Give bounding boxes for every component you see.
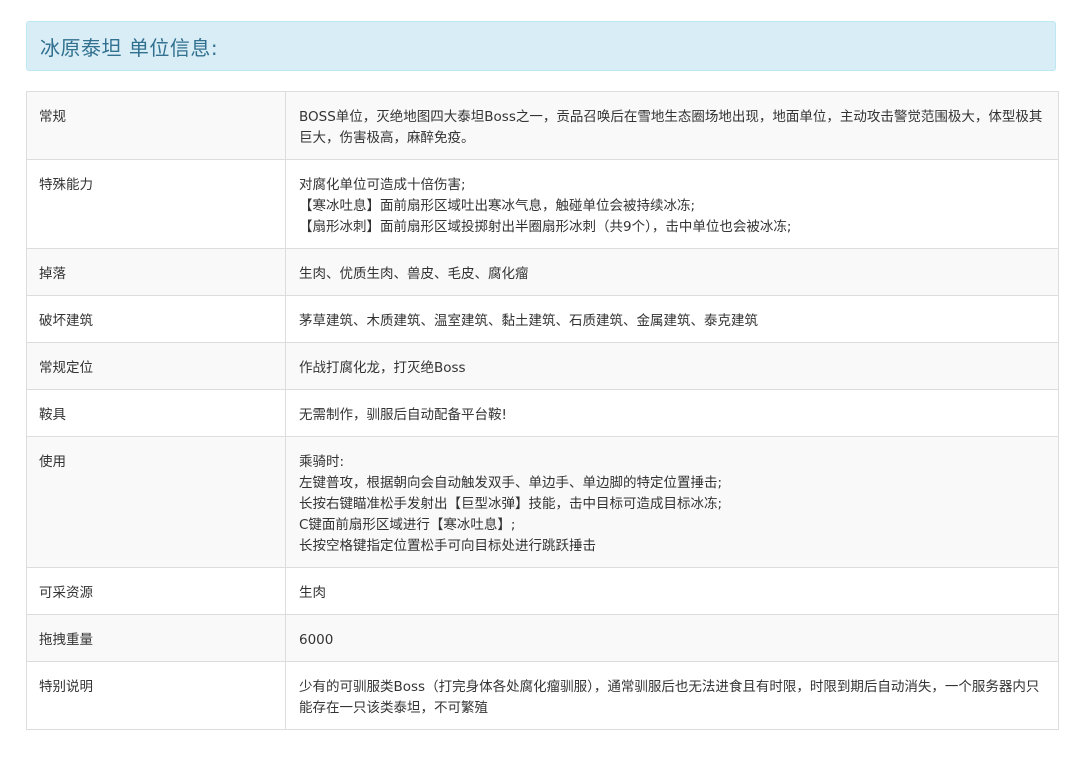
value-line: C键面前扇形区域进行【寒冰吐息】;	[299, 517, 516, 533]
value-line: 6000	[299, 632, 334, 648]
value-line: 对腐化单位可造成十倍伤害;	[299, 177, 466, 193]
row-value: 6000	[285, 614, 1059, 662]
table-row: 拖拽重量 6000	[26, 614, 1059, 662]
row-label: 掉落	[26, 248, 286, 296]
table-row: 常规定位 作战打腐化龙，打灭绝Boss	[26, 342, 1059, 390]
row-value: 无需制作，驯服后自动配备平台鞍!	[285, 389, 1059, 437]
row-label: 可采资源	[26, 567, 286, 615]
table-row: 鞍具 无需制作，驯服后自动配备平台鞍!	[26, 389, 1059, 437]
table-row: 特别说明 少有的可驯服类Boss（打完身体各处腐化瘤驯服），通常驯服后也无法进食…	[26, 661, 1059, 730]
row-label: 拖拽重量	[26, 614, 286, 662]
row-value: BOSS单位，灭绝地图四大泰坦Boss之一，贡品召唤后在雪地生态圈场地出现，地面…	[285, 91, 1059, 160]
value-line: 【寒冰吐息】面前扇形区域吐出寒冰气息，触碰单位会被持续冰冻;	[299, 198, 696, 214]
row-label: 破坏建筑	[26, 295, 286, 343]
value-line: 乘骑时:	[299, 454, 345, 470]
value-line: 左键普攻，根据朝向会自动触发双手、单边手、单边脚的特定位置捶击;	[299, 475, 723, 491]
row-label: 特殊能力	[26, 159, 286, 249]
value-line: 长按空格键指定位置松手可向目标处进行跳跃捶击	[299, 538, 596, 554]
value-line: 少有的可驯服类Boss（打完身体各处腐化瘤驯服），通常驯服后也无法进食且有时限，…	[299, 679, 1040, 716]
row-label: 鞍具	[26, 389, 286, 437]
row-value: 生肉	[285, 567, 1059, 615]
row-value: 作战打腐化龙，打灭绝Boss	[285, 342, 1059, 390]
title-banner: 冰原泰坦 单位信息:	[26, 21, 1056, 71]
row-value: 茅草建筑、木质建筑、温室建筑、黏土建筑、石质建筑、金属建筑、泰克建筑	[285, 295, 1059, 343]
row-label: 特别说明	[26, 661, 286, 730]
row-label: 使用	[26, 436, 286, 568]
row-value: 少有的可驯服类Boss（打完身体各处腐化瘤驯服），通常驯服后也无法进食且有时限，…	[285, 661, 1059, 730]
table-row: 掉落 生肉、优质生肉、兽皮、毛皮、腐化瘤	[26, 248, 1059, 296]
value-line: 茅草建筑、木质建筑、温室建筑、黏土建筑、石质建筑、金属建筑、泰克建筑	[299, 313, 758, 329]
value-line: 作战打腐化龙，打灭绝Boss	[299, 360, 466, 376]
row-label: 常规定位	[26, 342, 286, 390]
row-label: 常规	[26, 91, 286, 160]
row-value: 生肉、优质生肉、兽皮、毛皮、腐化瘤	[285, 248, 1059, 296]
table-row: 使用 乘骑时: 左键普攻，根据朝向会自动触发双手、单边手、单边脚的特定位置捶击;…	[26, 436, 1059, 568]
value-line: 生肉、优质生肉、兽皮、毛皮、腐化瘤	[299, 266, 529, 282]
unit-info-table: 常规 BOSS单位，灭绝地图四大泰坦Boss之一，贡品召唤后在雪地生态圈场地出现…	[26, 91, 1059, 730]
row-value: 乘骑时: 左键普攻，根据朝向会自动触发双手、单边手、单边脚的特定位置捶击; 长按…	[285, 436, 1059, 568]
table-row: 破坏建筑 茅草建筑、木质建筑、温室建筑、黏土建筑、石质建筑、金属建筑、泰克建筑	[26, 295, 1059, 343]
value-line: 无需制作，驯服后自动配备平台鞍!	[299, 407, 507, 423]
table-row: 特殊能力 对腐化单位可造成十倍伤害; 【寒冰吐息】面前扇形区域吐出寒冰气息，触碰…	[26, 159, 1059, 249]
row-value: 对腐化单位可造成十倍伤害; 【寒冰吐息】面前扇形区域吐出寒冰气息，触碰单位会被持…	[285, 159, 1059, 249]
value-line: BOSS单位，灭绝地图四大泰坦Boss之一，贡品召唤后在雪地生态圈场地出现，地面…	[299, 109, 1043, 146]
value-line: 生肉	[299, 585, 326, 601]
value-line: 长按右键瞄准松手发射出【巨型冰弹】技能，击中目标可造成目标冰冻;	[299, 496, 723, 512]
value-line: 【扇形冰刺】面前扇形区域投掷射出半圈扇形冰刺（共9个），击中单位也会被冰冻;	[299, 219, 792, 235]
table-row: 可采资源 生肉	[26, 567, 1059, 615]
table-row: 常规 BOSS单位，灭绝地图四大泰坦Boss之一，贡品召唤后在雪地生态圈场地出现…	[26, 91, 1059, 160]
page-title: 冰原泰坦 单位信息:	[40, 35, 219, 60]
